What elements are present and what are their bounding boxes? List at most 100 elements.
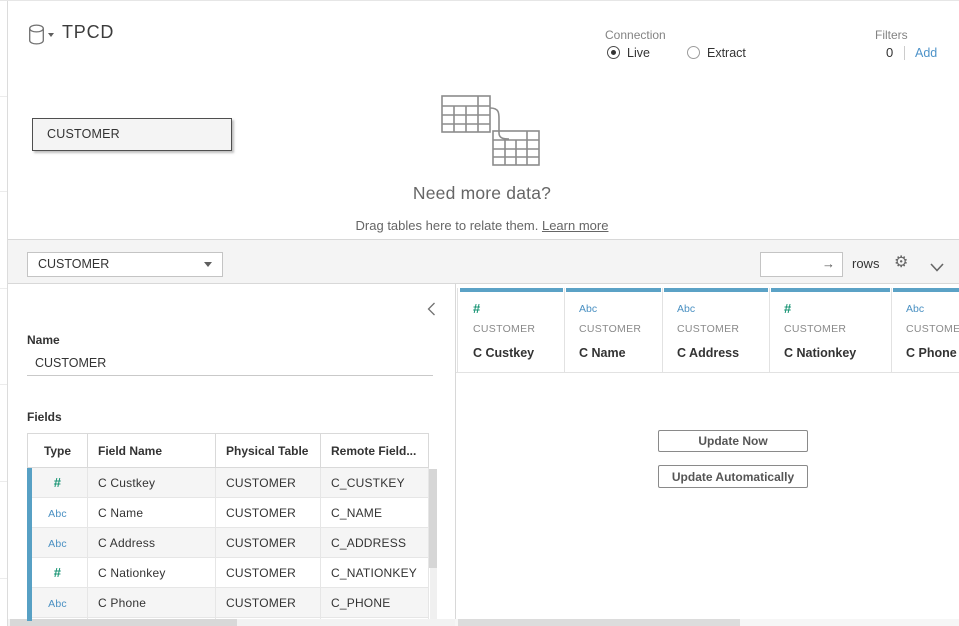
- learn-more-link[interactable]: Learn more: [542, 218, 608, 233]
- relate-tables-illustration: [433, 93, 543, 174]
- string-type-icon: Abc: [906, 303, 924, 315]
- add-filter-link[interactable]: Add: [915, 46, 937, 60]
- name-label: Name: [27, 333, 60, 347]
- left-tick: [0, 481, 7, 482]
- rows-label: rows: [852, 256, 879, 271]
- update-now-button[interactable]: Update Now: [658, 430, 808, 452]
- filters-count: 0: [886, 45, 893, 60]
- field-name: C Name: [88, 498, 216, 528]
- number-type-icon: #: [54, 565, 61, 580]
- grid-column-table: CUSTOMER: [784, 323, 846, 335]
- extract-radio[interactable]: [687, 46, 700, 59]
- field-name: C Address: [88, 528, 216, 558]
- physical-table: CUSTOMER: [216, 558, 321, 588]
- fields-col-type[interactable]: Type: [28, 434, 88, 468]
- update-automatically-button[interactable]: Update Automatically: [658, 465, 808, 488]
- column-accent-bar: [771, 288, 890, 292]
- fields-table: Type Field Name Physical Table Remote Fi…: [27, 433, 440, 621]
- table-name-field[interactable]: CUSTOMER: [27, 351, 433, 376]
- left-tick: [0, 96, 7, 97]
- connection-label: Connection: [605, 28, 666, 42]
- database-icon[interactable]: [28, 24, 45, 50]
- table-select-value: CUSTOMER: [38, 257, 109, 271]
- column-accent-bar: [664, 288, 768, 292]
- field-row-c-phone[interactable]: Abc C Phone CUSTOMER C_PHONE: [28, 588, 429, 618]
- fields-label: Fields: [27, 410, 62, 424]
- rows-count-input[interactable]: [761, 253, 821, 276]
- remote-field: C_ADDRESS: [321, 528, 429, 558]
- empty-canvas-subtext-text: Drag tables here to relate them.: [356, 218, 542, 233]
- field-row-c-address[interactable]: Abc C Address CUSTOMER C_ADDRESS: [28, 528, 429, 558]
- number-type-icon: #: [473, 301, 480, 316]
- field-name: C Nationkey: [88, 558, 216, 588]
- number-type-icon: #: [54, 475, 61, 490]
- column-accent-bar: [893, 288, 959, 292]
- grid-column-field[interactable]: C Name: [579, 346, 626, 360]
- grid-column-field[interactable]: C Nationkey: [784, 346, 856, 360]
- grid-column-border: [662, 288, 663, 372]
- grid-column-border: [769, 288, 770, 372]
- physical-table: CUSTOMER: [216, 468, 321, 498]
- grid-header-bottom-border: [456, 372, 959, 373]
- filters-divider: [904, 46, 905, 60]
- left-tick: [0, 288, 7, 289]
- remote-field: C_NAME: [321, 498, 429, 528]
- left-pane-edge: [7, 1, 8, 626]
- table-select-dropdown[interactable]: CUSTOMER: [27, 252, 223, 277]
- fields-col-fieldname[interactable]: Field Name: [88, 434, 216, 468]
- filters-label: Filters: [875, 28, 908, 42]
- left-tick: [0, 191, 7, 192]
- chevron-down-icon: [204, 262, 212, 267]
- grid-column-border: [457, 288, 458, 372]
- string-type-icon: Abc: [579, 303, 597, 315]
- grid-column-border: [891, 288, 892, 372]
- grid-column-border: [564, 288, 565, 372]
- physical-table: CUSTOMER: [216, 588, 321, 618]
- field-row-c-name[interactable]: Abc C Name CUSTOMER C_NAME: [28, 498, 429, 528]
- live-radio[interactable]: [607, 46, 620, 59]
- number-type-icon: #: [784, 301, 791, 316]
- left-tick: [0, 578, 7, 579]
- collapse-panel-icon[interactable]: [427, 302, 436, 321]
- fields-col-remotefield[interactable]: Remote Field...: [321, 434, 429, 468]
- fields-selection-accent-bar: [27, 468, 32, 621]
- empty-canvas-title: Need more data?: [332, 183, 632, 204]
- live-radio-label[interactable]: Live: [627, 46, 650, 60]
- left-horizontal-scrollbar[interactable]: [10, 619, 237, 626]
- column-accent-bar: [460, 288, 563, 292]
- grid-column-field[interactable]: C Phone: [906, 346, 957, 360]
- field-name: C Custkey: [88, 468, 216, 498]
- physical-table: CUSTOMER: [216, 498, 321, 528]
- remote-field: C_NATIONKEY: [321, 558, 429, 588]
- extract-radio-label[interactable]: Extract: [707, 46, 746, 60]
- gear-icon[interactable]: ⚙: [894, 252, 908, 272]
- fields-header-row: Type Field Name Physical Table Remote Fi…: [28, 434, 429, 468]
- grid-horizontal-scrollbar[interactable]: [458, 619, 740, 626]
- string-type-icon: Abc: [48, 598, 67, 610]
- remote-field: C_CUSTKEY: [321, 468, 429, 498]
- empty-canvas-subtext: Drag tables here to relate them. Learn m…: [207, 218, 757, 233]
- panel-divider: [455, 284, 456, 619]
- rows-count-field[interactable]: →: [760, 252, 843, 277]
- chevron-down-icon[interactable]: [930, 259, 944, 277]
- grid-column-table: CUSTOMER: [906, 323, 959, 335]
- field-row-c-nationkey[interactable]: # C Nationkey CUSTOMER C_NATIONKEY: [28, 558, 429, 588]
- grid-column-table: CUSTOMER: [579, 323, 641, 335]
- fields-vertical-scrollbar[interactable]: [429, 469, 437, 568]
- field-name: C Phone: [88, 588, 216, 618]
- grid-column-field[interactable]: C Address: [677, 346, 739, 360]
- string-type-icon: Abc: [48, 538, 67, 550]
- string-type-icon: Abc: [677, 303, 695, 315]
- physical-table: CUSTOMER: [216, 528, 321, 558]
- left-tick: [0, 384, 7, 385]
- field-row-c-custkey[interactable]: # C Custkey CUSTOMER C_CUSTKEY: [28, 468, 429, 498]
- database-menu-caret-icon[interactable]: [48, 33, 54, 37]
- customer-table-node[interactable]: CUSTOMER: [32, 118, 232, 151]
- grid-column-table: CUSTOMER: [677, 323, 739, 335]
- fields-vertical-scrollbar-track[interactable]: [430, 568, 437, 619]
- fields-col-physicaltable[interactable]: Physical Table: [216, 434, 321, 468]
- datasource-title[interactable]: TPCD: [62, 22, 114, 43]
- grid-column-field[interactable]: C Custkey: [473, 346, 534, 360]
- arrow-right-icon[interactable]: →: [822, 256, 835, 271]
- data-source-page: TPCD Connection Live Extract Filters 0 A…: [0, 0, 959, 626]
